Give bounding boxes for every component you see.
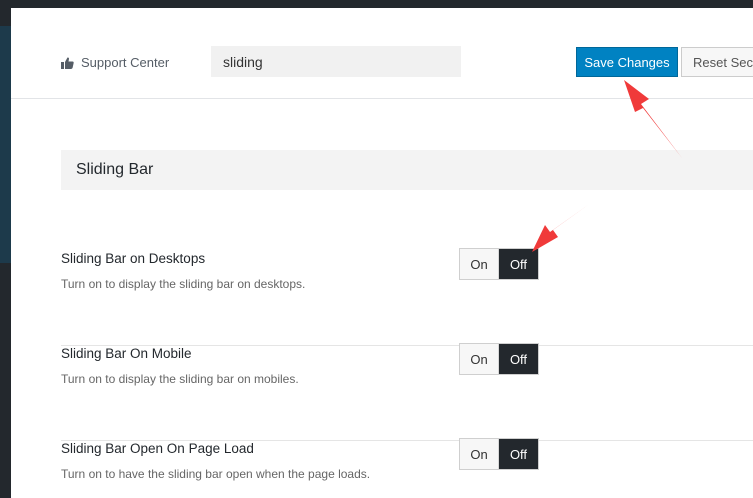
toggle-on-button[interactable]: On (460, 439, 499, 469)
search-input[interactable] (211, 46, 461, 77)
option-title: Sliding Bar On Mobile (61, 346, 192, 361)
option-sliding-bar-mobile: Sliding Bar On Mobile Turn on to display… (61, 343, 753, 441)
option-description: Turn on to display the sliding bar on mo… (61, 372, 299, 386)
option-title: Sliding Bar on Desktops (61, 251, 206, 266)
on-off-toggle: On Off (459, 248, 539, 280)
section-heading: Sliding Bar (61, 150, 753, 190)
sidebar-active-section (0, 26, 11, 263)
option-sliding-bar-desktops: Sliding Bar on Desktops Turn on to displ… (61, 248, 753, 346)
reset-section-button[interactable]: Reset Section (681, 47, 753, 77)
save-changes-button[interactable]: Save Changes (576, 47, 678, 77)
option-title: Sliding Bar Open On Page Load (61, 441, 254, 456)
options-panel: Support Center Save Changes Reset Sectio… (11, 8, 753, 498)
toggle-on-button[interactable]: On (460, 344, 499, 374)
toggle-off-button[interactable]: Off (499, 249, 538, 279)
admin-sidebar (0, 8, 11, 498)
option-description: Turn on to display the sliding bar on de… (61, 277, 306, 291)
support-center-label: Support Center (81, 55, 170, 70)
options-header: Support Center Save Changes Reset Sectio… (11, 8, 753, 99)
admin-top-bar (0, 0, 753, 8)
option-sliding-bar-open-on-load: Sliding Bar Open On Page Load Turn on to… (61, 438, 753, 498)
on-off-toggle: On Off (459, 343, 539, 375)
reset-section-label: Reset Section (693, 54, 753, 70)
option-description: Turn on to have the sliding bar open whe… (61, 467, 371, 481)
section-title: Sliding Bar (76, 161, 154, 178)
thumbs-up-icon (61, 56, 74, 69)
toggle-off-button[interactable]: Off (499, 344, 538, 374)
on-off-toggle: On Off (459, 438, 539, 470)
toggle-on-button[interactable]: On (460, 249, 499, 279)
save-changes-label: Save Changes (584, 54, 670, 70)
support-center-link[interactable]: Support Center (61, 55, 169, 70)
toggle-off-button[interactable]: Off (499, 439, 538, 469)
